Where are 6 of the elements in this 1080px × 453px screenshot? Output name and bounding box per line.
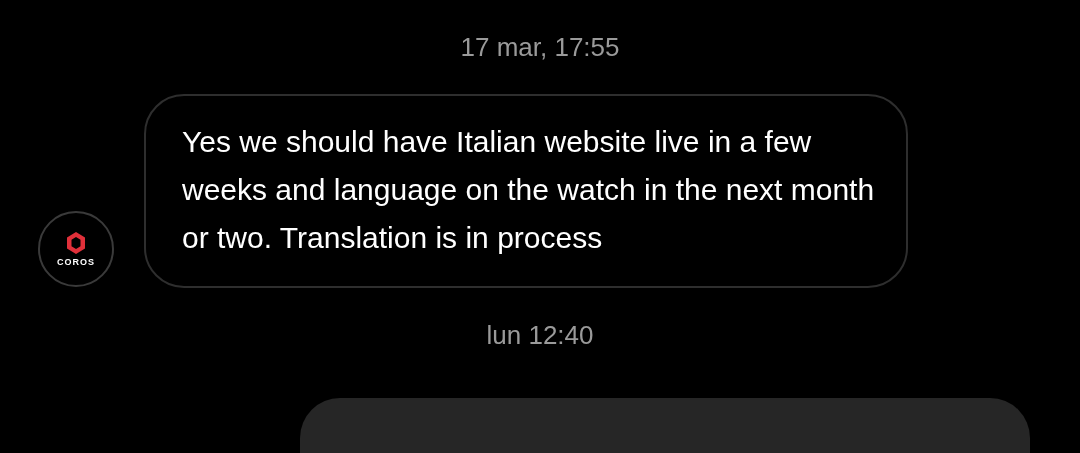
avatar[interactable]: COROS [38,211,114,287]
timestamp: lun 12:40 [486,319,594,352]
timestamp: 17 mar, 17:55 [460,31,620,64]
hexagon-logo-icon [65,231,87,255]
message-bubble: Yes we should have Italian website live in a few weeks and language on the watch in the next month or two. Translation is in process [144,94,908,288]
avatar-logo-text: COROS [57,257,95,267]
